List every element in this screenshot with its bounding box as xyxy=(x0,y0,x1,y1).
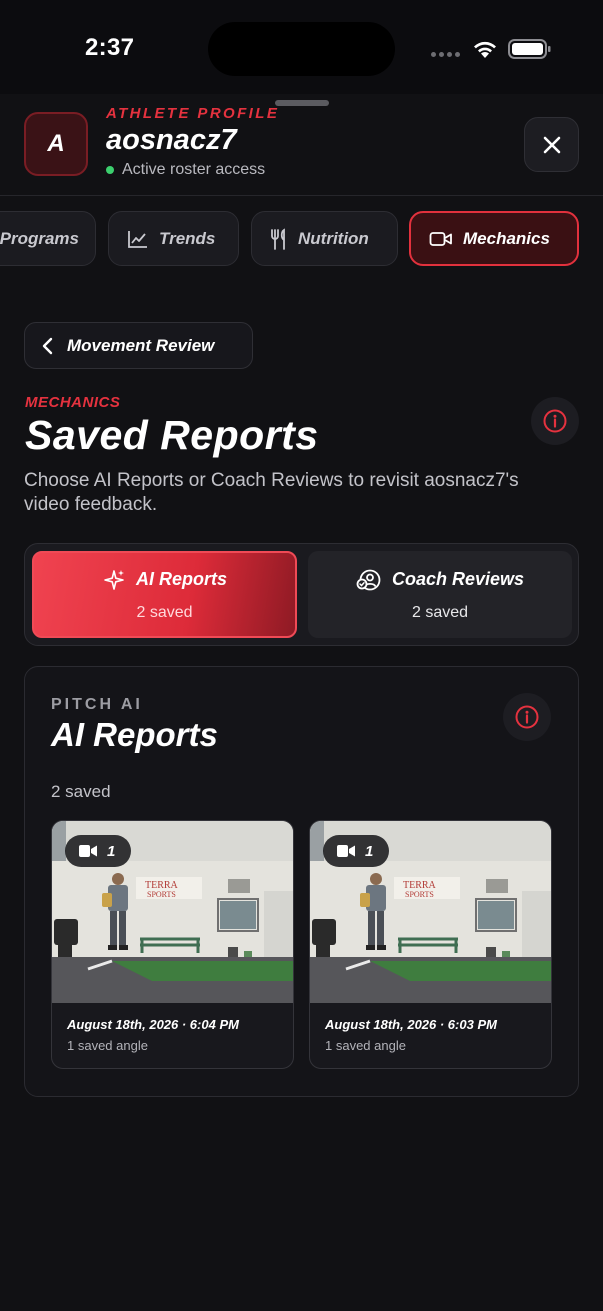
ai-reports-count: 2 saved xyxy=(136,603,193,621)
profile-eyebrow: ATHLETE PROFILE xyxy=(106,105,280,122)
back-button-label: Movement Review xyxy=(67,335,215,355)
fork-knife-icon xyxy=(271,227,285,250)
tab-mechanics-label: Mechanics xyxy=(463,228,550,248)
report-type-toggle: AI Reports 2 saved Coach Reviews 2 saved xyxy=(24,543,579,646)
info-icon xyxy=(543,409,567,433)
video-count-badge: 1 xyxy=(323,835,389,867)
wall-sign-line-2: SPORTS xyxy=(147,890,176,899)
coach-icon xyxy=(356,569,381,590)
tab-programs[interactable]: Programs xyxy=(0,211,96,266)
header-divider xyxy=(0,195,603,196)
section-description: Choose AI Reports or Coach Reviews to re… xyxy=(24,470,519,515)
athlete-username: aosnacz7 xyxy=(106,124,237,156)
coach-reviews-toggle[interactable]: Coach Reviews 2 saved xyxy=(308,551,572,638)
video-thumbnail: TERRA SPORTS 1 xyxy=(52,821,293,1003)
report-tile[interactable]: TERRA SPORTS xyxy=(51,820,294,1069)
close-button[interactable] xyxy=(524,117,579,172)
sparkles-icon xyxy=(104,569,124,590)
line-chart-icon xyxy=(128,230,147,248)
tab-trends[interactable]: Trends xyxy=(108,211,239,266)
coach-reviews-count: 2 saved xyxy=(411,603,469,621)
close-icon xyxy=(543,136,560,153)
section-info-button[interactable] xyxy=(531,397,579,445)
section-eyebrow: MECHANICS xyxy=(25,394,121,411)
info-icon xyxy=(515,705,539,729)
ai-reports-toggle[interactable]: AI Reports 2 saved xyxy=(32,551,297,638)
card-eyebrow: PITCH AI xyxy=(51,696,143,713)
online-status-dot xyxy=(106,166,114,174)
status-time: 2:37 xyxy=(85,34,135,61)
video-count-badge: 1 xyxy=(65,835,131,867)
video-count: 1 xyxy=(107,842,116,860)
tab-nutrition[interactable]: Nutrition xyxy=(251,211,398,266)
report-date: August 18th, 2026 · 6:04 PM xyxy=(67,1017,239,1032)
wifi-icon xyxy=(474,41,496,58)
card-info-button[interactable] xyxy=(503,693,551,741)
page-title: Saved Reports xyxy=(25,412,319,458)
sheet-grabber[interactable] xyxy=(275,100,329,106)
card-title: AI Reports xyxy=(51,716,218,753)
report-date: August 18th, 2026 · 6:03 PM xyxy=(325,1017,497,1032)
battery-icon xyxy=(508,39,551,59)
chevron-left-icon xyxy=(42,337,53,354)
tab-nutrition-label: Nutrition xyxy=(298,228,369,248)
report-subtitle: 1 saved angle xyxy=(325,1038,406,1053)
video-camera-icon xyxy=(429,231,452,246)
ai-reports-toggle-label: AI Reports xyxy=(135,569,227,589)
video-camera-icon xyxy=(79,845,97,857)
report-tile[interactable]: TERRA SPORTS xyxy=(309,820,552,1069)
card-saved-count: 2 saved xyxy=(51,782,111,801)
coach-reviews-toggle-label: Coach Reviews xyxy=(391,569,525,589)
cellular-signal-icon xyxy=(431,52,460,57)
wall-sign-line-2: SPORTS xyxy=(405,890,434,899)
tab-trends-label: Trends xyxy=(159,228,216,248)
video-thumbnail: TERRA SPORTS 1 xyxy=(310,821,551,1003)
roster-status: Active roster access xyxy=(106,161,265,179)
avatar: A xyxy=(24,112,88,176)
video-camera-icon xyxy=(337,845,355,857)
dynamic-island xyxy=(208,22,395,76)
report-subtitle: 1 saved angle xyxy=(67,1038,148,1053)
tab-mechanics[interactable]: Mechanics xyxy=(409,211,579,266)
tab-programs-label: Programs xyxy=(0,228,79,248)
roster-status-label: Active roster access xyxy=(122,161,266,178)
status-bar: 2:37 xyxy=(0,0,603,94)
video-count: 1 xyxy=(365,842,374,860)
movement-review-back-button[interactable]: Movement Review xyxy=(24,322,253,369)
